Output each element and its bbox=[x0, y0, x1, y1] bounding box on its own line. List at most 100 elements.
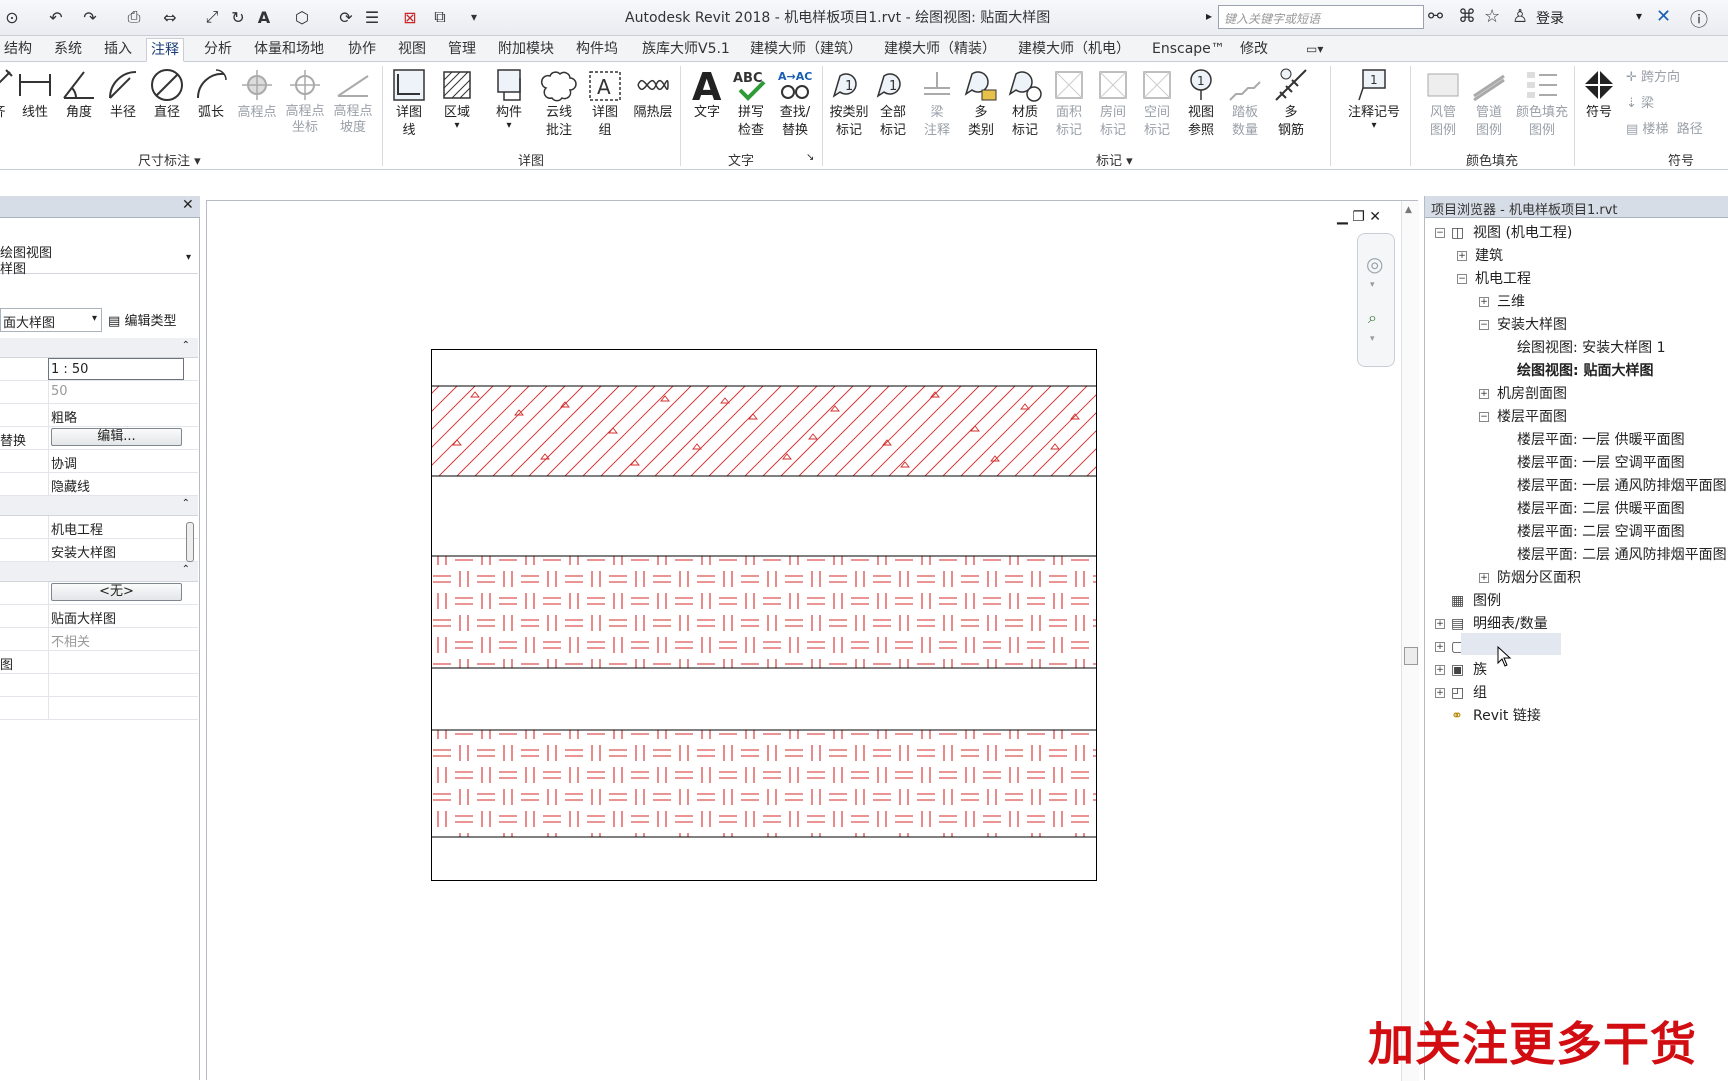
beam-symbol-button[interactable]: ⇣ 梁 bbox=[1626, 92, 1654, 111]
color-fill-legend-button[interactable]: 颜色填充 图例 bbox=[1514, 66, 1570, 150]
view-name-value[interactable]: 贴面大样图 bbox=[48, 605, 184, 627]
detail-line-button[interactable]: 详图 线 bbox=[386, 66, 432, 150]
tab-build-master-mep[interactable]: 建模大师（机电） bbox=[1014, 38, 1134, 62]
tree-expander-icon[interactable]: + bbox=[1479, 573, 1489, 583]
chevron-down-icon[interactable]: ▾ bbox=[1370, 280, 1375, 290]
detail-group-button[interactable]: A 详图 组 bbox=[582, 66, 628, 150]
tree-item[interactable]: 安装大样图 bbox=[1497, 314, 1567, 336]
property-group-graphics[interactable]: ⌃ bbox=[0, 338, 198, 358]
tree-item[interactable]: 楼层平面: 一层 供暖平面图 bbox=[1517, 429, 1685, 451]
tag-icon[interactable]: ↻ bbox=[226, 7, 250, 27]
close-icon[interactable]: ✕ bbox=[182, 197, 194, 213]
tree-item[interactable]: 图例 bbox=[1473, 590, 1501, 612]
tab-systems[interactable]: 系统 bbox=[50, 38, 86, 62]
switch-windows-icon[interactable]: ⧉ bbox=[428, 7, 452, 27]
insulation-button[interactable]: 隔热层 bbox=[630, 66, 676, 150]
tab-massing-site[interactable]: 体量和场地 bbox=[250, 38, 328, 62]
thin-lines-icon[interactable]: ☰ bbox=[360, 7, 384, 27]
revision-cloud-button[interactable]: 云线 批注 bbox=[536, 66, 582, 150]
tree-item[interactable]: 视图 (机电工程) bbox=[1473, 222, 1572, 244]
print-icon[interactable]: ⎙ bbox=[122, 7, 146, 27]
sub-discipline-value[interactable]: 机电工程 bbox=[48, 516, 184, 538]
tree-item[interactable]: 明细表/数量 bbox=[1473, 613, 1548, 635]
tree-expander-icon[interactable]: + bbox=[1435, 688, 1445, 698]
login-dropdown-icon[interactable]: ▾ bbox=[1636, 9, 1642, 23]
tab-annotate[interactable]: 注释 bbox=[146, 38, 184, 62]
close-view-icon[interactable]: ✕ bbox=[1369, 209, 1381, 225]
3d-view-icon[interactable]: ⬡ bbox=[290, 7, 314, 27]
tree-item[interactable]: 楼层平面: 二层 通风防排烟平面图 bbox=[1517, 544, 1727, 566]
tree-item[interactable]: 族 bbox=[1473, 659, 1487, 681]
keynote-button[interactable]: 1 注释记号 ▾ bbox=[1346, 66, 1402, 150]
measure-icon[interactable]: ⇔ bbox=[158, 7, 182, 27]
tag-by-category-button[interactable]: 1 按类别 标记 bbox=[826, 66, 872, 150]
room-tag-button[interactable]: 房间 标记 bbox=[1090, 66, 1136, 150]
tree-item[interactable]: 楼层平面: 二层 供暖平面图 bbox=[1517, 498, 1685, 520]
tab-addins[interactable]: 附加模块 bbox=[494, 38, 558, 62]
redo-icon[interactable]: ↷ bbox=[78, 7, 102, 27]
angular-dimension-button[interactable]: 角度 bbox=[56, 66, 102, 150]
title-on-sheet-value[interactable] bbox=[48, 651, 184, 673]
scrollbar-thumb[interactable] bbox=[1404, 647, 1418, 665]
view-template-button[interactable]: <无> bbox=[51, 583, 182, 601]
tree-item[interactable]: 机电工程 bbox=[1475, 268, 1531, 290]
property-group-identity-data[interactable]: ⌃ bbox=[0, 562, 198, 582]
tab-component-dock[interactable]: 构件坞 bbox=[572, 38, 622, 62]
symbol-button[interactable]: 符号 bbox=[1576, 66, 1622, 150]
ribbon-minimize-icon[interactable]: ▭▾ bbox=[1302, 38, 1327, 62]
minimize-view-icon[interactable]: ▁ bbox=[1337, 209, 1348, 225]
view-scale-input[interactable]: 1 : 50 bbox=[48, 358, 184, 380]
region-button[interactable]: 区域 ▾ bbox=[434, 66, 480, 150]
tree-item[interactable]: 组 bbox=[1473, 682, 1487, 704]
chevron-down-icon[interactable]: ▾ bbox=[1370, 334, 1375, 344]
zoom-region-icon[interactable]: ⌕ bbox=[1368, 308, 1377, 328]
view-reference-button[interactable]: 1 视图 参照 bbox=[1178, 66, 1224, 150]
text-settings-launcher-icon[interactable]: ↘ bbox=[806, 152, 814, 163]
drawing-view-canvas[interactable]: ▁ ❐ ✕ ◎ ▾ ⌕ ▾ ▲ bbox=[206, 200, 1419, 1081]
property-group-identity[interactable]: ⌃ bbox=[0, 496, 198, 516]
area-tag-button[interactable]: 面积 标记 bbox=[1046, 66, 1092, 150]
scroll-up-arrow-icon[interactable]: ▲ bbox=[1405, 205, 1412, 215]
customize-toolbar-icon[interactable]: ▾ bbox=[462, 7, 486, 27]
exchange-apps-icon[interactable]: ✕ bbox=[1656, 6, 1671, 27]
tree-expander-icon[interactable]: − bbox=[1457, 274, 1467, 284]
multi-category-tag-button[interactable]: 多 类别 bbox=[958, 66, 1004, 150]
favorites-star-icon[interactable]: ☆ bbox=[1484, 6, 1500, 27]
properties-scrollbar[interactable] bbox=[186, 522, 194, 562]
tab-structure[interactable]: 结构 bbox=[0, 38, 36, 62]
tab-analyze[interactable]: 分析 bbox=[200, 38, 236, 62]
tree-item[interactable]: 楼层平面: 二层 空调平面图 bbox=[1517, 521, 1685, 543]
tab-enscape[interactable]: Enscape™ bbox=[1148, 38, 1229, 62]
linear-dimension-button[interactable]: 线性 bbox=[12, 66, 58, 150]
search-input[interactable]: 键入关键字或短语 bbox=[1218, 5, 1424, 29]
restore-view-icon[interactable]: ❐ bbox=[1352, 209, 1365, 225]
stair-path-button[interactable]: ▤ 楼梯 路径 bbox=[1626, 118, 1703, 137]
edit-overrides-button[interactable]: 编辑... bbox=[51, 428, 182, 446]
vertical-scrollbar[interactable]: ▲ bbox=[1401, 201, 1419, 1081]
steering-wheel-icon[interactable]: ◎ bbox=[1366, 252, 1383, 276]
tree-item[interactable]: 楼层平面: 一层 通风防排烟平面图 bbox=[1517, 475, 1727, 497]
tread-number-button[interactable]: 踏板 数量 bbox=[1222, 66, 1268, 150]
tab-build-master-finishing[interactable]: 建模大师（精装） bbox=[880, 38, 1000, 62]
tab-insert[interactable]: 插入 bbox=[100, 38, 136, 62]
spot-coordinate-button[interactable]: 高程点 坐标 bbox=[282, 66, 328, 150]
tree-item[interactable]: 建筑 bbox=[1475, 245, 1503, 267]
arc-length-dimension-button[interactable]: 弧长 bbox=[188, 66, 234, 150]
spelling-button[interactable]: ABC 拼写 检查 bbox=[728, 66, 774, 150]
multi-rebar-button[interactable]: 多 钢筋 bbox=[1268, 66, 1314, 150]
tab-manage[interactable]: 管理 bbox=[444, 38, 480, 62]
tree-item[interactable]: 绘图视图: 安装大样图 1 bbox=[1517, 337, 1666, 359]
space-tag-button[interactable]: 空间 标记 bbox=[1134, 66, 1180, 150]
section-icon[interactable]: ⟳ bbox=[334, 7, 358, 27]
panel-tag-label[interactable]: 标记 ▾ bbox=[1096, 150, 1133, 169]
tree-item[interactable]: 三维 bbox=[1497, 291, 1525, 313]
discipline-value[interactable]: 协调 bbox=[48, 450, 184, 472]
login-label[interactable]: 登录 bbox=[1536, 8, 1564, 28]
tree-expander-icon[interactable]: − bbox=[1479, 412, 1489, 422]
beam-annotation-button[interactable]: 梁 注释 bbox=[914, 66, 960, 150]
tab-modify[interactable]: 修改 bbox=[1236, 38, 1272, 62]
instance-filter-select[interactable]: 面大样图 ▾ bbox=[0, 308, 102, 332]
tree-expander-icon[interactable]: − bbox=[1435, 228, 1445, 238]
panel-dimension-label[interactable]: 尺寸标注 ▾ bbox=[138, 150, 201, 169]
spot-slope-button[interactable]: 高程点 坡度 bbox=[330, 66, 376, 150]
